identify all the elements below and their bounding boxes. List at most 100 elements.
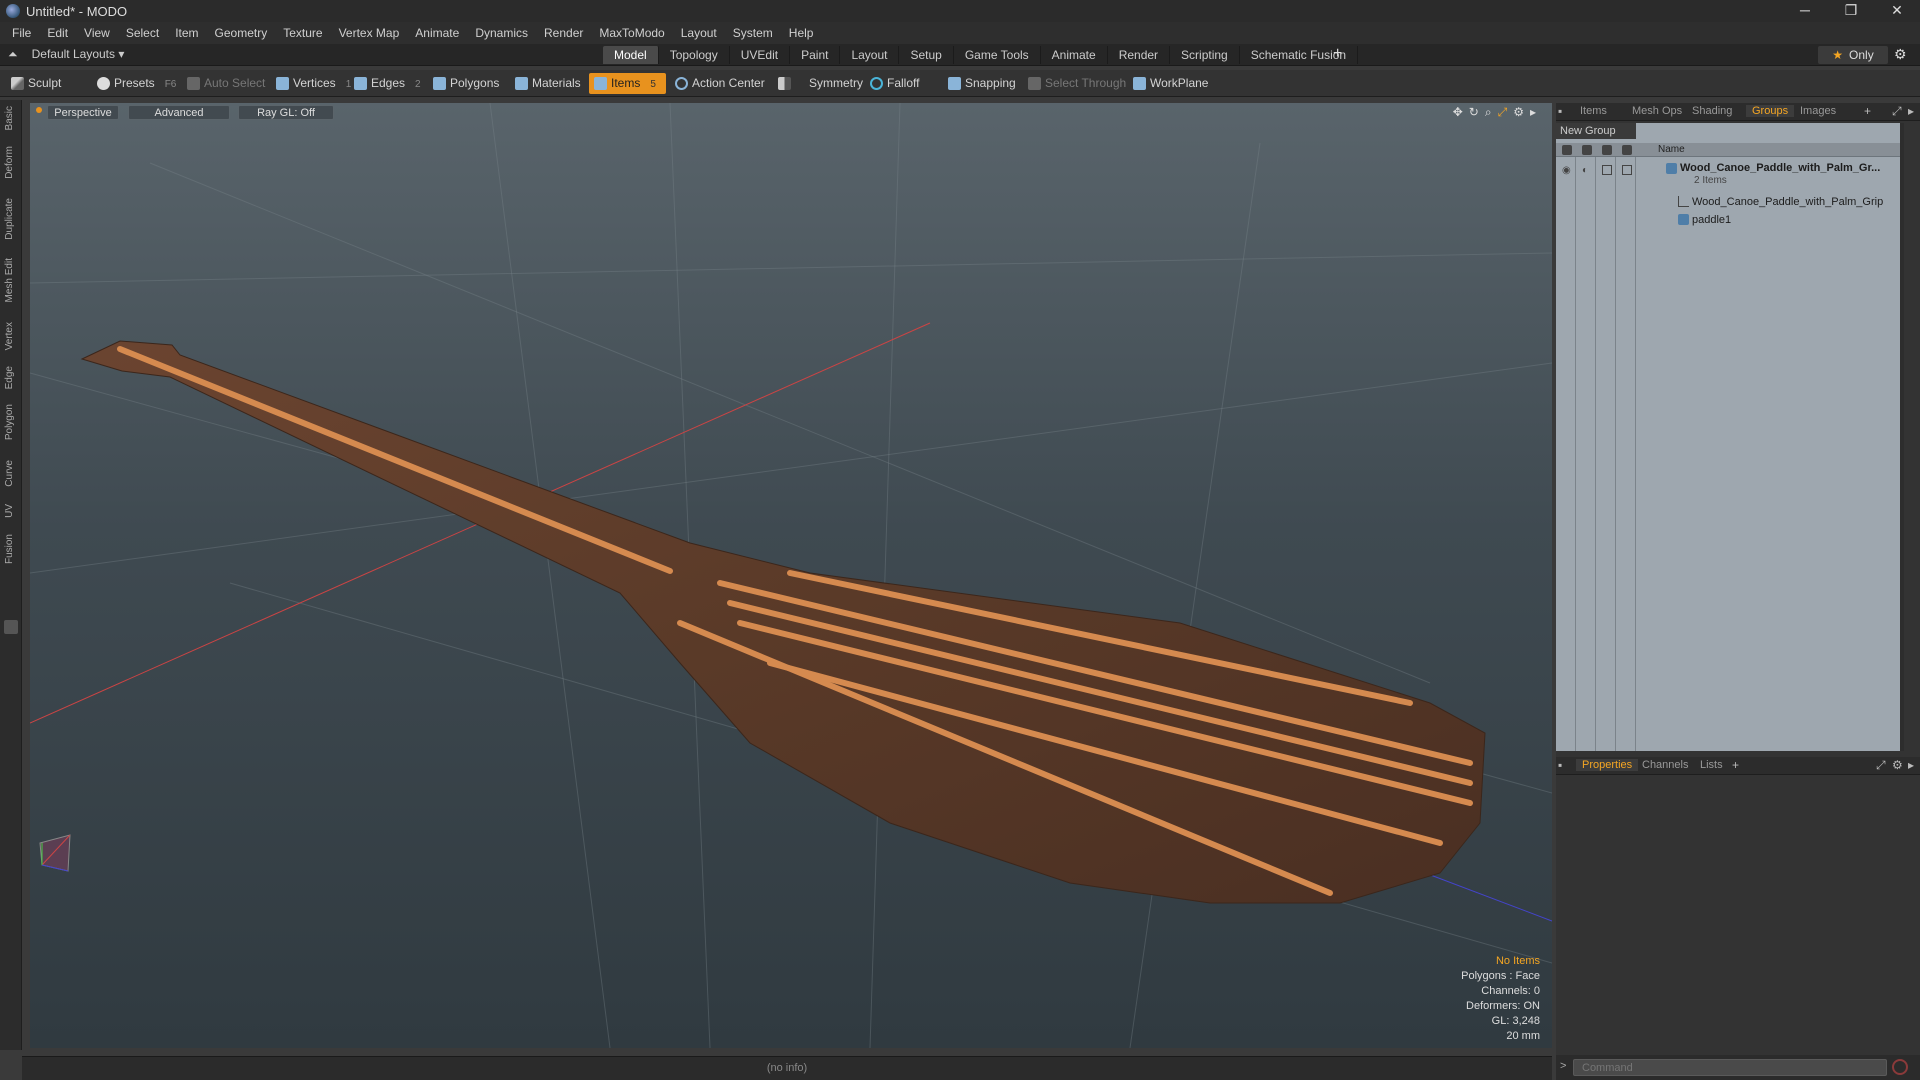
tab-mesh-edit[interactable]: Mesh Edit: [4, 258, 15, 302]
tab-game-tools[interactable]: Game Tools: [954, 46, 1041, 64]
visibility-col-icon[interactable]: [1562, 145, 1572, 155]
menu-select[interactable]: Select: [118, 26, 167, 40]
add-panel-tab-button[interactable]: +: [1864, 104, 1871, 118]
tab-animate[interactable]: Animate: [1041, 46, 1108, 64]
close-button[interactable]: ✕: [1874, 0, 1920, 22]
command-input[interactable]: [1573, 1059, 1887, 1076]
menu-geometry[interactable]: Geometry: [207, 26, 276, 40]
menu-layout[interactable]: Layout: [673, 26, 725, 40]
groups-scrollbar[interactable]: [1900, 123, 1904, 751]
polygons-button[interactable]: Polygons: [428, 73, 499, 94]
tab-vertex[interactable]: Vertex: [4, 322, 15, 350]
tab-paint[interactable]: Paint: [790, 46, 841, 64]
expand-palette-button[interactable]: [4, 620, 18, 634]
gear-icon[interactable]: ⚙: [1894, 46, 1907, 63]
3d-viewport[interactable]: Perspective Advanced Ray GL: Off ✥ ↻ ⌕ ⤢…: [30, 103, 1552, 1048]
add-panel-tab-button[interactable]: +: [1732, 758, 1739, 772]
pan-icon[interactable]: ✥: [1453, 105, 1463, 120]
tab-lists[interactable]: Lists: [1700, 759, 1723, 771]
viewport-gear-icon[interactable]: ⚙: [1513, 105, 1524, 120]
tab-basic[interactable]: Basic: [4, 106, 15, 130]
shading-dropdown[interactable]: Advanced: [128, 105, 230, 120]
menu-animate[interactable]: Animate: [407, 26, 467, 40]
lock-checkbox[interactable]: [1602, 165, 1612, 175]
panel-more-icon[interactable]: ▸: [1908, 758, 1914, 772]
menu-maxtomodo[interactable]: MaxToModo: [591, 26, 672, 40]
tab-channels[interactable]: Channels: [1642, 759, 1688, 771]
tab-layout[interactable]: Layout: [840, 46, 900, 64]
tab-scripting[interactable]: Scripting: [1170, 46, 1240, 64]
tab-uv[interactable]: UV: [4, 504, 15, 518]
tab-setup[interactable]: Setup: [899, 46, 954, 64]
command-record-icon[interactable]: [1892, 1059, 1908, 1075]
viewport-more-icon[interactable]: ▸: [1530, 105, 1536, 120]
render-col-icon[interactable]: [1582, 145, 1592, 155]
menu-dynamics[interactable]: Dynamics: [467, 26, 536, 40]
menu-file[interactable]: File: [4, 26, 39, 40]
tab-render[interactable]: Render: [1108, 46, 1171, 64]
panel-expand-icon[interactable]: ⤢: [1876, 758, 1886, 773]
edges-button[interactable]: Edges 2: [349, 73, 421, 94]
panel-menu-icon[interactable]: ▪: [1558, 758, 1562, 772]
view-mode-dropdown[interactable]: Perspective: [47, 105, 119, 120]
lock-col-icon[interactable]: [1602, 145, 1612, 155]
tab-model[interactable]: Model: [603, 46, 659, 64]
tab-polygon[interactable]: Polygon: [4, 404, 15, 440]
minimize-button[interactable]: ─: [1782, 0, 1828, 22]
rotate-icon[interactable]: ↻: [1469, 105, 1479, 120]
viewport-menu-dot-icon[interactable]: [36, 107, 42, 113]
presets-button[interactable]: Presets F6: [92, 73, 176, 94]
add-tab-button[interactable]: +: [1333, 45, 1342, 63]
group-row[interactable]: ◉ ◐ Wood_Canoe_Paddle_with_Palm_Gr... 2 …: [1556, 161, 1904, 187]
new-group-button[interactable]: New Group: [1556, 123, 1636, 139]
vertices-button[interactable]: Vertices 1: [271, 73, 351, 94]
tab-deform[interactable]: Deform: [4, 146, 15, 179]
materials-button[interactable]: Materials: [510, 73, 581, 94]
menu-help[interactable]: Help: [781, 26, 822, 40]
tab-properties[interactable]: Properties: [1576, 759, 1639, 771]
symmetry-button[interactable]: Symmetry: [773, 73, 863, 94]
workplane-button[interactable]: WorkPlane: [1128, 73, 1208, 94]
action-center-button[interactable]: Action Center: [670, 73, 765, 94]
tab-items[interactable]: Items: [1580, 105, 1607, 117]
menu-system[interactable]: System: [725, 26, 781, 40]
maximize-button[interactable]: ❐: [1828, 0, 1874, 22]
eye-icon[interactable]: ◉: [1562, 165, 1571, 176]
menu-view[interactable]: View: [76, 26, 118, 40]
menu-item[interactable]: Item: [167, 26, 206, 40]
menu-render[interactable]: Render: [536, 26, 591, 40]
tab-edge[interactable]: Edge: [4, 366, 15, 389]
tree-item-row[interactable]: Wood_Canoe_Paddle_with_Palm_Grip: [1556, 195, 1904, 211]
menu-vertex-map[interactable]: Vertex Map: [331, 26, 408, 40]
tab-duplicate[interactable]: Duplicate: [4, 198, 15, 240]
tab-curve[interactable]: Curve: [4, 460, 15, 487]
menu-edit[interactable]: Edit: [39, 26, 76, 40]
snapping-button[interactable]: Snapping: [943, 73, 1016, 94]
falloff-button[interactable]: Falloff: [865, 73, 919, 94]
tab-fusion[interactable]: Fusion: [4, 534, 15, 564]
panel-expand-icon[interactable]: ⤢: [1892, 104, 1902, 119]
fit-icon[interactable]: ⤢: [1498, 105, 1508, 120]
auto-select-button[interactable]: Auto Select: [182, 73, 265, 94]
menu-texture[interactable]: Texture: [275, 26, 330, 40]
only-toggle[interactable]: ★ Only: [1818, 46, 1888, 64]
tab-mesh-ops[interactable]: Mesh Ops: [1632, 105, 1682, 117]
tree-item-row[interactable]: paddle1: [1556, 213, 1904, 229]
sculpt-button[interactable]: Sculpt: [6, 73, 61, 94]
items-button[interactable]: Items 5: [589, 73, 666, 94]
tab-groups[interactable]: Groups: [1746, 105, 1795, 117]
tab-shading[interactable]: Shading: [1692, 105, 1732, 117]
raygl-toggle[interactable]: Ray GL: Off: [238, 105, 334, 120]
panel-gear-icon[interactable]: ⚙: [1892, 758, 1903, 772]
panel-menu-icon[interactable]: ▪: [1558, 104, 1562, 118]
select-through-button[interactable]: Select Through: [1023, 73, 1126, 94]
tab-topology[interactable]: Topology: [659, 46, 730, 64]
select-checkbox[interactable]: [1622, 165, 1632, 175]
zoom-icon[interactable]: ⌕: [1485, 105, 1492, 120]
tab-images[interactable]: Images: [1800, 105, 1836, 117]
render-icon[interactable]: ◐: [1582, 165, 1588, 176]
tab-uvedit[interactable]: UVEdit: [730, 46, 791, 64]
panel-more-icon[interactable]: ▸: [1908, 104, 1914, 118]
layout-selector[interactable]: ⏶ Default Layouts ▾: [8, 47, 124, 62]
select-col-icon[interactable]: [1622, 145, 1632, 155]
